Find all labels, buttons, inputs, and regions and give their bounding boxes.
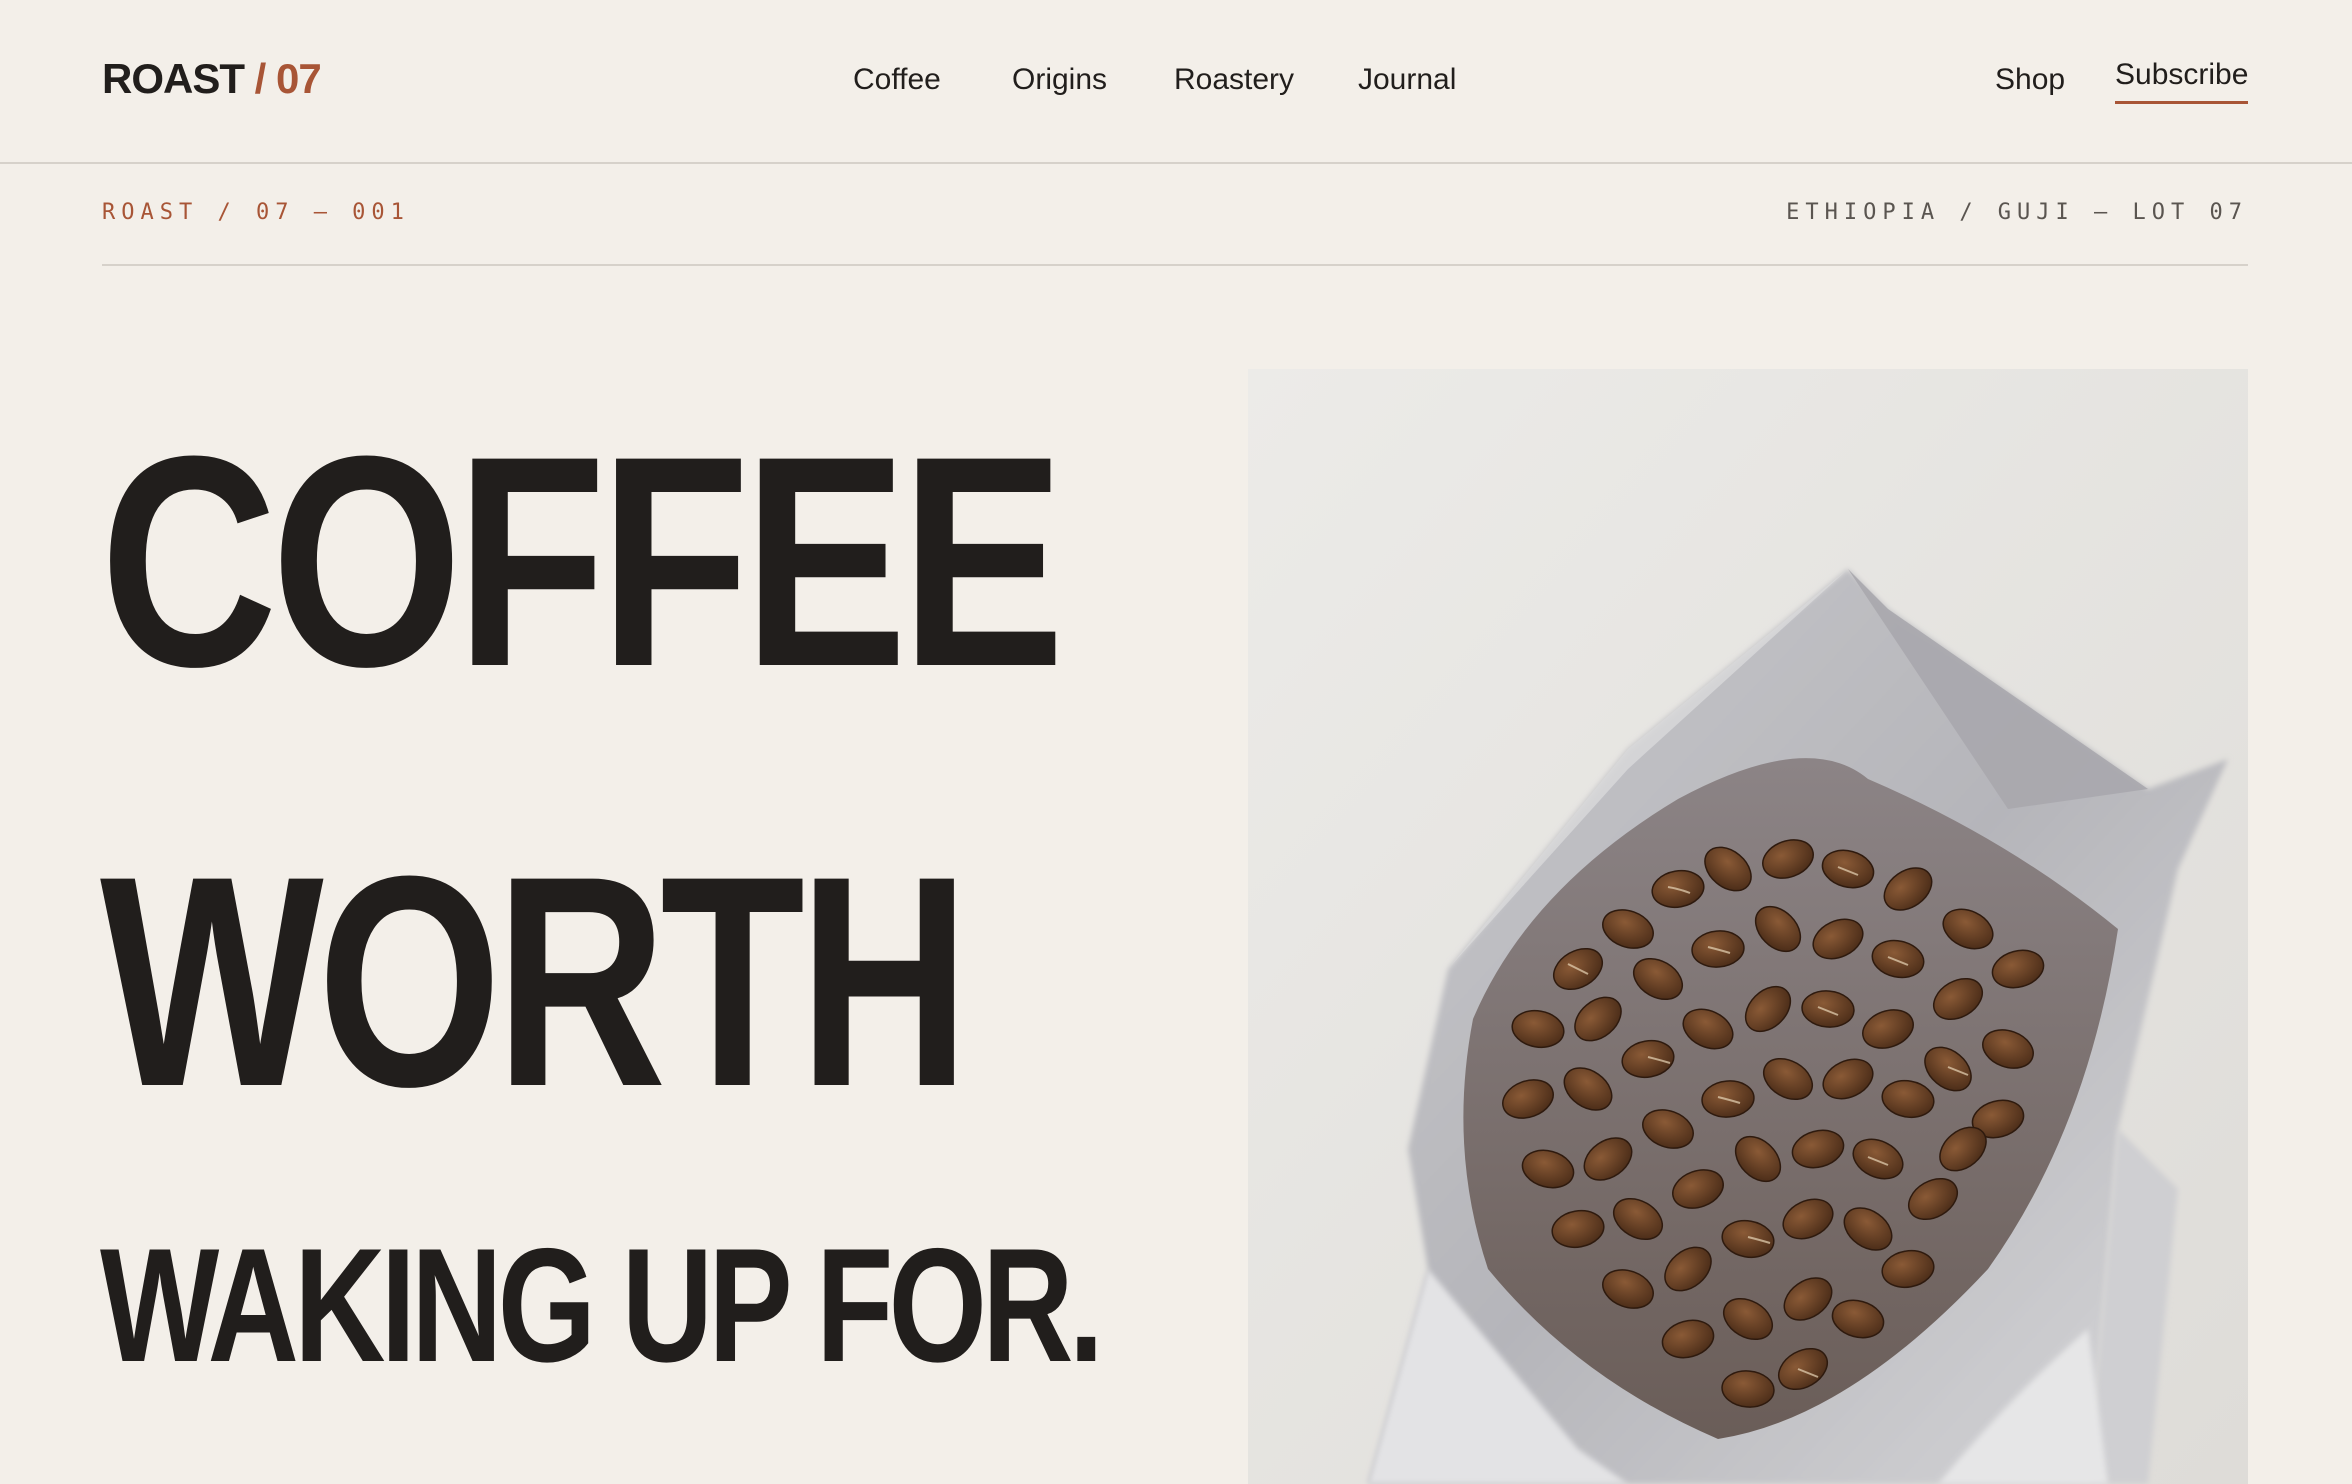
roast-code: ROAST / 07 — 001 (102, 200, 410, 225)
origin-lot: ETHIOPIA / GUJI — LOT 07 (1786, 200, 2248, 225)
hero-image-coffee-bag (1248, 369, 2248, 1484)
nav-link-coffee[interactable]: Coffee (853, 58, 941, 102)
subscribe-link[interactable]: Subscribe (2115, 53, 2249, 104)
nav-link-journal[interactable]: Journal (1358, 58, 1456, 102)
nav-link-shop[interactable]: Shop (1995, 58, 2065, 102)
hero-headline: COFFEE WORTH WAKING UP FOR. (100, 393, 1160, 1396)
main-nav: Coffee Origins Roastery Journal Shop Sub… (0, 58, 2352, 104)
site-header: ROAST / 07 Coffee Origins Roastery Journ… (0, 0, 2352, 164)
headline-line-2: WORTH (100, 813, 970, 1149)
coffee-bag-illustration (1248, 369, 2248, 1484)
nav-link-roastery[interactable]: Roastery (1174, 58, 1294, 102)
nav-link-origins[interactable]: Origins (1012, 58, 1107, 102)
headline-line-1: COFFEE (100, 393, 1065, 729)
meta-bar: ROAST / 07 — 001 ETHIOPIA / GUJI — LOT 0… (102, 196, 2248, 266)
headline-line-3: WAKING UP FOR. (100, 1215, 1104, 1396)
